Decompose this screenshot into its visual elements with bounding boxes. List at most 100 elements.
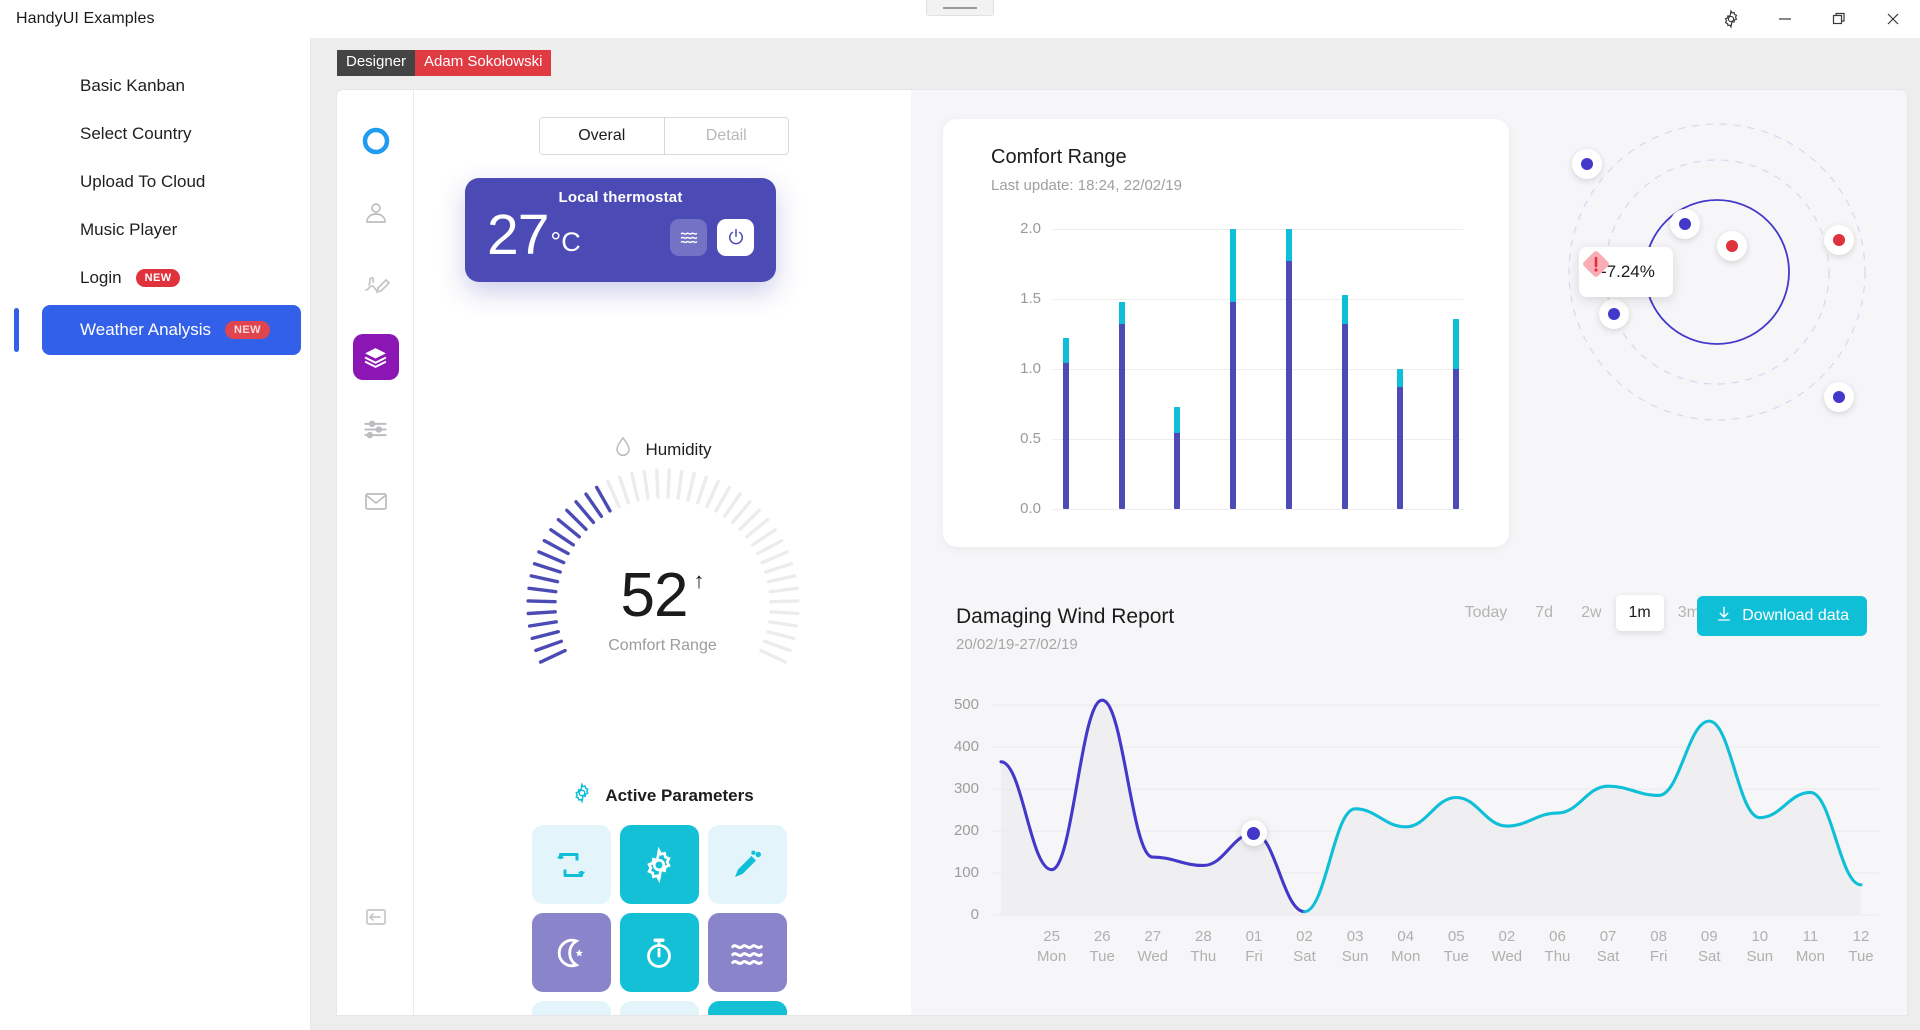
designer-label: Designer: [337, 50, 416, 76]
waves-icon[interactable]: [670, 218, 707, 256]
humidity-value: 52: [620, 561, 689, 630]
refresh-loop-icon[interactable]: [531, 825, 611, 904]
x-axis-label: 02 Wed: [1485, 927, 1529, 967]
humidity-gauge: 52 ↑ Comfort Range: [493, 465, 833, 755]
snowflake-icon[interactable]: [707, 1001, 787, 1015]
range-7d[interactable]: 7d: [1521, 597, 1567, 629]
body-area: Basic Kanban Select Country Upload To Cl…: [0, 38, 1920, 1030]
signature-pen-icon[interactable]: [337, 256, 414, 314]
comfort-bar-chart: 0.0 0.5 1.0 1.5 2.0: [991, 220, 1471, 517]
x-axis-label: 12 Tue: [1839, 927, 1883, 967]
bar: [1230, 229, 1237, 509]
humidity-label: Humidity: [645, 439, 712, 459]
damaging-wind-report: Damaging Wind Report 20/02/19-27/02/19 T…: [911, 570, 1907, 1015]
sidebar-item-select-country[interactable]: Select Country: [0, 110, 310, 158]
gear-outline-icon: [571, 782, 593, 809]
view-tabs: Overal Detail: [539, 117, 789, 155]
comfort-range-card: Comfort Range Last update: 18:24, 22/02/…: [943, 119, 1509, 547]
stopwatch-icon[interactable]: [619, 913, 699, 992]
restore-button[interactable]: [1812, 0, 1866, 38]
orbit-node[interactable]: [1824, 382, 1854, 412]
tab-overal[interactable]: Overal: [540, 118, 665, 154]
bar-cap: [1230, 229, 1237, 302]
envelope-icon[interactable]: [337, 472, 414, 530]
power-icon[interactable]: [717, 218, 754, 256]
bar: [1285, 229, 1292, 509]
bar-cap: [1174, 406, 1181, 434]
gear-icon[interactable]: [619, 825, 699, 904]
x-axis-day: 06: [1549, 928, 1566, 945]
chart-marker[interactable]: [1240, 820, 1267, 847]
orbit-widget: -7.24%: [1524, 90, 1907, 560]
orbit-node[interactable]: [1717, 231, 1747, 261]
sidebar-item-upload-to-cloud[interactable]: Upload To Cloud: [0, 158, 310, 206]
x-axis-label: 08 Fri: [1637, 927, 1681, 967]
download-icon: [1715, 605, 1733, 628]
sidebar-item-login[interactable]: Login NEW: [0, 254, 310, 302]
app-title: HandyUI Examples: [16, 10, 155, 27]
sidebar-item-basic-kanban[interactable]: Basic Kanban: [0, 62, 310, 110]
x-axis-day: 12: [1852, 928, 1870, 945]
sidebar-item-label: Music Player: [80, 220, 178, 239]
y-axis-label: 100: [953, 864, 979, 882]
orbit-node[interactable]: [1599, 299, 1629, 329]
x-axis-dow: Thu: [1190, 948, 1217, 965]
orbit-node[interactable]: [1824, 225, 1854, 255]
cortana-circle-icon[interactable]: [337, 112, 414, 170]
x-axis-dow: Mon: [1795, 948, 1825, 965]
bar: [1397, 369, 1404, 509]
main-panel: Overal Detail Local thermostat 27 °C Hum…: [337, 90, 1907, 1015]
active-parameters-heading: Active Parameters: [414, 782, 911, 809]
person-icon[interactable]: [337, 184, 414, 242]
range-1m[interactable]: 1m: [1615, 595, 1664, 631]
sidebar-item-weather-analysis[interactable]: Weather Analysis NEW: [42, 305, 301, 355]
x-axis-day: 02: [1296, 928, 1313, 945]
waves-icon[interactable]: [707, 913, 787, 992]
x-axis-label: 27 Wed: [1131, 927, 1175, 967]
moon-star-icon[interactable]: [531, 913, 611, 992]
bar-cap: [1341, 294, 1348, 325]
pen-tool-icon[interactable]: [707, 825, 787, 904]
gauge-readout: 52 ↑ Comfort Range: [493, 560, 833, 655]
bar-cap: [1285, 229, 1292, 262]
x-axis-day: 27: [1144, 928, 1162, 945]
range-2w[interactable]: 2w: [1567, 597, 1615, 629]
window-controls: [1704, 0, 1920, 38]
window-drag-grip[interactable]: [926, 0, 994, 16]
download-data-button[interactable]: Download data: [1697, 596, 1867, 636]
close-button[interactable]: [1866, 0, 1920, 38]
minimize-button[interactable]: [1758, 0, 1812, 38]
collapse-panel-icon[interactable]: [337, 905, 414, 929]
orbit-node[interactable]: [1572, 149, 1602, 179]
x-axis-day: 26: [1093, 928, 1111, 945]
sidebar: Basic Kanban Select Country Upload To Cl…: [0, 38, 311, 1030]
layers-icon[interactable]: [337, 328, 414, 386]
y-axis-label: 0.5: [1020, 430, 1041, 447]
atom-icon[interactable]: [619, 1001, 699, 1015]
x-axis-dow: Tue: [1443, 948, 1469, 965]
x-axis-label: 10 Sun: [1738, 927, 1782, 967]
range-today[interactable]: Today: [1451, 597, 1522, 629]
x-axis-dow: Sat: [1596, 948, 1620, 965]
active-parameters-label: Active Parameters: [605, 785, 754, 805]
grid-line: [1053, 509, 1463, 510]
tab-detail[interactable]: Detail: [665, 118, 789, 154]
download-data-label: Download data: [1742, 607, 1849, 624]
sidebar-item-label: Upload To Cloud: [80, 172, 206, 191]
icon-rail: [337, 90, 414, 1015]
sidebar-item-label: Weather Analysis: [80, 320, 212, 339]
grid-line: [1053, 229, 1463, 230]
air-vent-icon[interactable]: [531, 1001, 611, 1015]
x-axis-label: 04 Mon: [1384, 927, 1428, 967]
x-axis-label: 28 Thu: [1181, 927, 1225, 967]
comfort-range-subtitle: Last update: 18:24, 22/02/19: [991, 177, 1182, 194]
grid-line: [1053, 299, 1463, 300]
x-axis-label: 26 Tue: [1080, 927, 1124, 967]
sliders-icon[interactable]: [337, 400, 414, 458]
y-axis-label: 0: [970, 906, 979, 923]
sidebar-item-music-player[interactable]: Music Player: [0, 206, 310, 254]
active-parameters-grid: [531, 825, 787, 1015]
x-axis-label: 11 Mon: [1788, 927, 1832, 967]
orbit-node[interactable]: [1670, 209, 1700, 239]
settings-gear-icon[interactable]: [1704, 0, 1758, 38]
